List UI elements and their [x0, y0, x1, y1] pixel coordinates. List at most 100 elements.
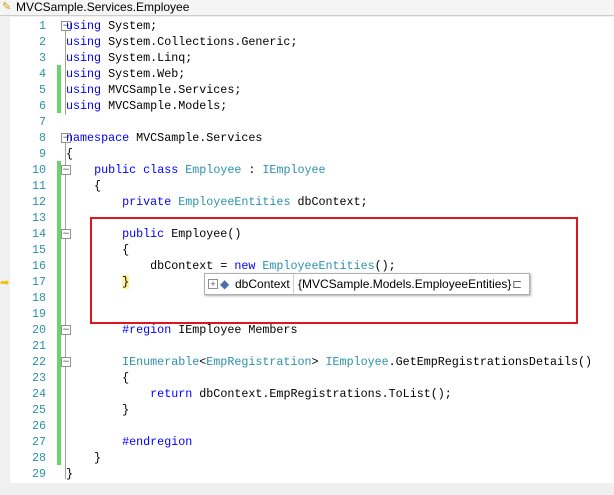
code-line[interactable]: 5 using MVCSample.Services;	[10, 82, 614, 98]
code-line[interactable]: 27 #endregion	[10, 434, 614, 450]
code-token: IEnumerable	[122, 355, 200, 369]
line-number: 23	[31, 371, 46, 385]
code-token: :	[241, 163, 263, 177]
document-title: MVCSample.Services.Employee	[16, 0, 190, 14]
line-number: 2	[38, 35, 46, 49]
line-number: 13	[31, 211, 46, 225]
expand-icon[interactable]: +	[208, 279, 218, 289]
code-text: {	[66, 370, 129, 386]
document-tab[interactable]: ✎ MVCSample.Services.Employee	[0, 0, 614, 16]
datatip-name: dbContext	[235, 277, 290, 291]
code-line[interactable]: 6 using MVCSample.Models;	[10, 98, 614, 114]
code-token: MVCSample.Services;	[101, 83, 242, 97]
line-number: 24	[31, 387, 46, 401]
code-token: dbContext.EmpRegistrations.ToList();	[192, 387, 452, 401]
code-token: class	[143, 163, 179, 177]
code-line[interactable]: 24 return dbContext.EmpRegistrations.ToL…	[10, 386, 614, 402]
code-text: public class Employee : IEmployee	[66, 162, 326, 178]
code-token: dbContext;	[290, 195, 368, 209]
line-number: 7	[38, 115, 46, 129]
line-number: 12	[31, 195, 46, 209]
datatip[interactable]: + ◆ dbContext {MVCSample.Models.Employee…	[204, 273, 530, 295]
line-number: 29	[31, 467, 46, 481]
code-line[interactable]: 4 using System.Web;	[10, 66, 614, 82]
pin-icon[interactable]: ⊏	[512, 274, 522, 294]
line-number: 15	[31, 243, 46, 257]
code-text: #region IEmployee Members	[66, 322, 297, 338]
code-token: return	[150, 387, 193, 401]
line-number: 9	[38, 147, 46, 161]
code-text: }	[66, 402, 129, 418]
code-line[interactable]: 7	[10, 114, 614, 130]
line-number: 16	[31, 259, 46, 273]
line-number: 14	[31, 227, 46, 241]
code-line[interactable]: 20− #region IEmployee Members	[10, 322, 614, 338]
code-token: System;	[101, 19, 158, 33]
code-line[interactable]: 9{	[10, 146, 614, 162]
code-token: System.Web;	[101, 67, 186, 81]
code-line[interactable]: 3 using System.Linq;	[10, 50, 614, 66]
code-token: IEmployee Members	[171, 323, 298, 337]
code-token: #region	[122, 323, 172, 337]
code-line[interactable]: 26	[10, 418, 614, 434]
code-text: }	[66, 450, 101, 466]
line-number: 21	[31, 339, 46, 353]
code-token: }	[66, 451, 102, 465]
code-text: return dbContext.EmpRegistrations.ToList…	[66, 386, 452, 402]
code-token: }	[66, 403, 130, 417]
current-statement-arrow-icon: ➡	[0, 277, 10, 289]
line-number: 28	[31, 451, 46, 465]
line-number: 25	[31, 403, 46, 417]
code-line[interactable]: 11 {	[10, 178, 614, 194]
code-token: .GetEmpRegistrationsDetails()	[388, 355, 593, 369]
line-number: 26	[31, 419, 46, 433]
code-token: {	[66, 147, 74, 161]
datatip-value: {MVCSample.Models.EmployeeEntities}	[293, 274, 511, 294]
code-line[interactable]: 8− namespace MVCSample.Services	[10, 130, 614, 146]
code-token: using	[66, 51, 102, 65]
code-line[interactable]: 21	[10, 338, 614, 354]
code-token: using	[66, 35, 102, 49]
line-number: 11	[31, 179, 46, 193]
code-token: System.Collections.Generic;	[101, 35, 298, 49]
code-line[interactable]: 28 }	[10, 450, 614, 466]
code-token: System.Linq;	[101, 51, 193, 65]
code-line[interactable]: 25 }	[10, 402, 614, 418]
line-number: 6	[38, 99, 46, 113]
code-token: >	[311, 355, 326, 369]
code-token: IEmployee	[262, 163, 326, 177]
code-line[interactable]: 1− using System;	[10, 18, 614, 34]
code-line[interactable]: 22− IEnumerable<EmpRegistration> IEmploy…	[10, 354, 614, 370]
code-text: using System;	[66, 18, 157, 34]
code-token: #endregion	[122, 435, 193, 449]
line-number: 20	[31, 323, 46, 337]
field-icon: ◆	[220, 277, 230, 291]
line-number: 8	[38, 131, 46, 145]
line-number: 22	[31, 355, 46, 369]
code-text: using System.Collections.Generic;	[66, 34, 297, 50]
code-line[interactable]: 12 private EmployeeEntities dbContext;	[10, 194, 614, 210]
code-token: private	[122, 195, 172, 209]
code-text: using System.Web;	[66, 66, 185, 82]
pin-icon: ✎	[2, 1, 12, 13]
code-text: using System.Linq;	[66, 50, 192, 66]
code-token: EmpRegistration	[206, 355, 312, 369]
code-line[interactable]: 10− public class Employee : IEmployee	[10, 162, 614, 178]
code-line[interactable]: 23 {	[10, 370, 614, 386]
code-token: using	[66, 19, 102, 33]
code-text: #endregion	[66, 434, 192, 450]
code-token: MVCSample.Services	[129, 131, 263, 145]
code-token: public	[94, 163, 137, 177]
code-token: IEmployee	[325, 355, 389, 369]
code-line[interactable]: 29}	[10, 466, 614, 482]
code-token: Employee	[185, 163, 242, 177]
line-number: 1	[38, 19, 46, 33]
code-line[interactable]: 2 using System.Collections.Generic;	[10, 34, 614, 50]
code-text: using MVCSample.Models;	[66, 98, 227, 114]
code-text: {	[66, 146, 73, 162]
